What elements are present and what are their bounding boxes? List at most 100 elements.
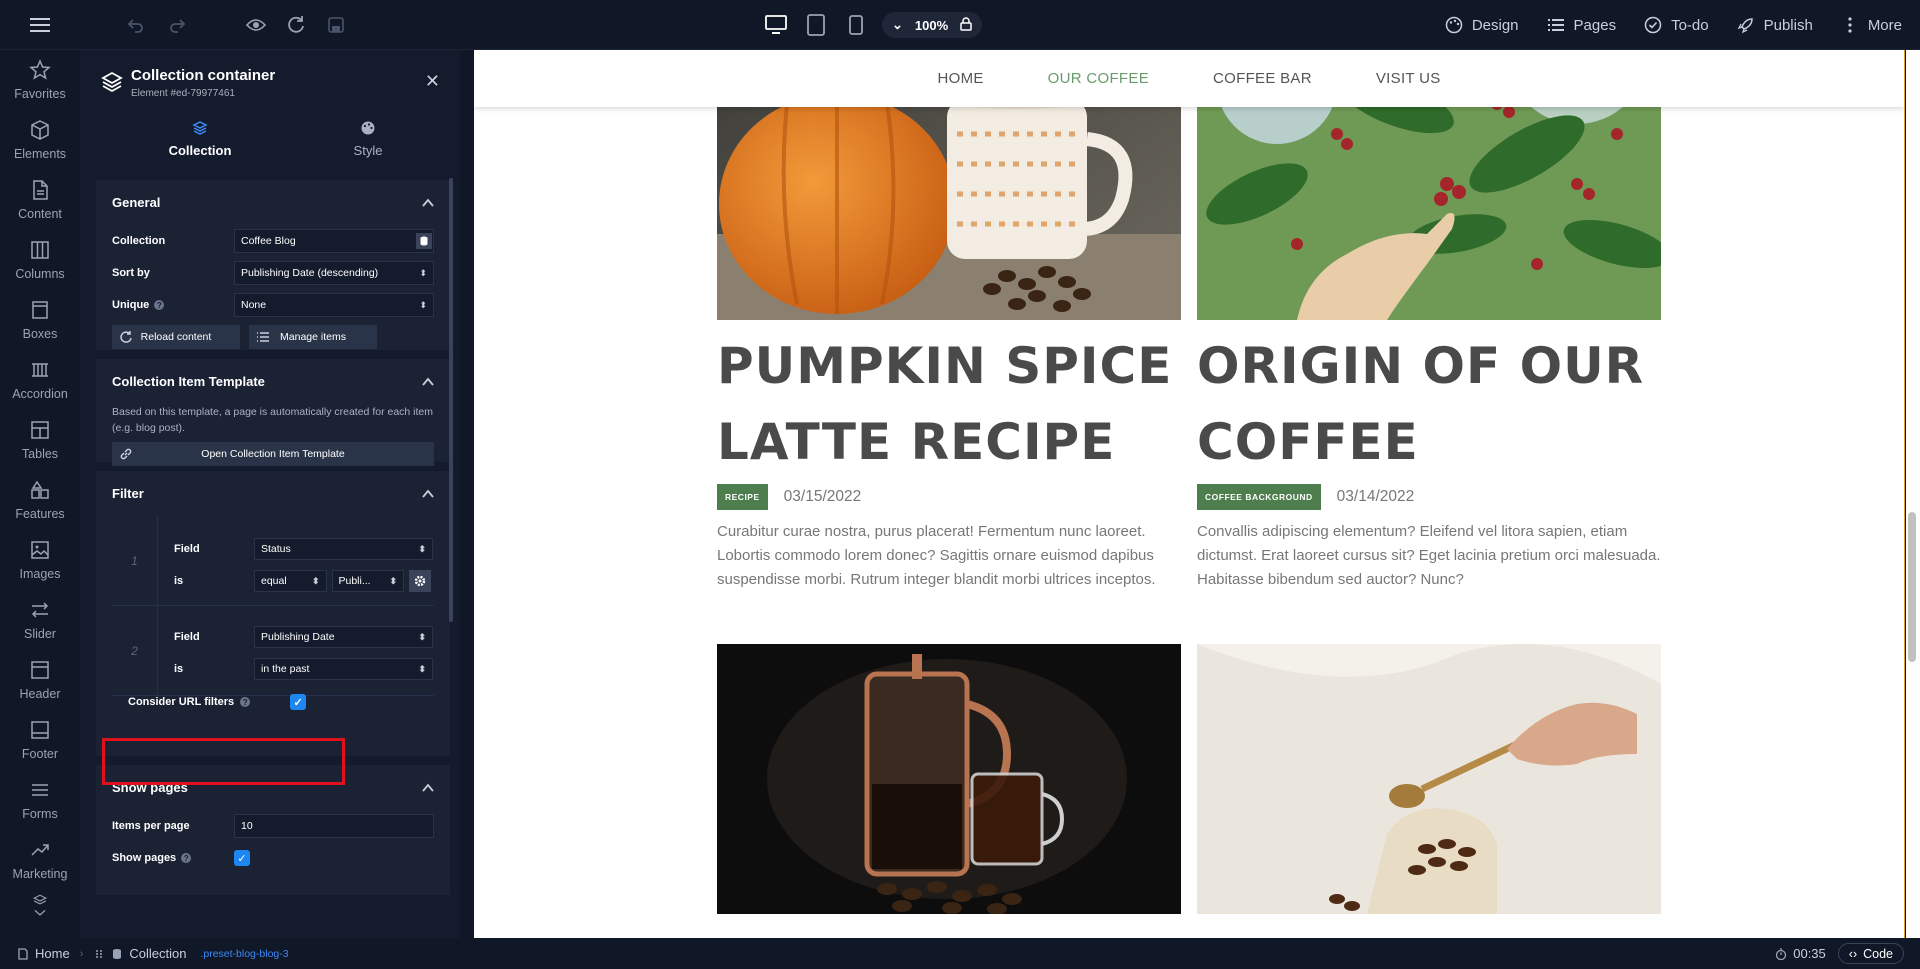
url-filters-checkbox[interactable]: ✓	[290, 694, 307, 710]
lock-icon[interactable]	[960, 16, 972, 34]
save-icon[interactable]	[324, 13, 348, 37]
category-badge[interactable]: Recipe	[717, 484, 768, 510]
tab-style[interactable]: Style	[298, 120, 438, 158]
list-icon	[1547, 19, 1564, 31]
nav-link-home[interactable]: HOME	[937, 70, 983, 87]
rail-more[interactable]	[0, 890, 80, 920]
rule-operator-select[interactable]: in the past ⬍	[254, 658, 433, 680]
rail-item-tables[interactable]: Tables	[0, 410, 80, 470]
rail-item-favorites[interactable]: Favorites	[0, 50, 80, 110]
undo-icon[interactable]	[124, 13, 148, 37]
sort-select[interactable]: Publishing Date (descending) ⬍	[234, 261, 434, 285]
rail-item-content[interactable]: Content	[0, 170, 80, 230]
template-header[interactable]: Collection Item Template	[96, 359, 450, 404]
manage-items-button[interactable]: Manage items	[249, 325, 377, 349]
url-filters-label-wrap: Consider URL filters ?	[128, 696, 251, 708]
rocket-icon	[1737, 18, 1753, 34]
general-header[interactable]: General	[96, 180, 450, 225]
canvas-scrollbar-thumb[interactable]	[1908, 512, 1916, 662]
refresh-icon	[120, 331, 132, 343]
refresh-icon[interactable]	[284, 13, 308, 37]
tab-collection[interactable]: Collection	[130, 120, 270, 158]
gear-icon[interactable]	[409, 570, 431, 592]
zoom-control[interactable]: ⌄ 100%	[882, 12, 983, 38]
help-icon[interactable]: ?	[154, 300, 165, 310]
select-arrows-icon: ⬍	[419, 267, 427, 278]
rule-field-select[interactable]: Publishing Date ⬍	[254, 626, 433, 648]
hamburger-menu-icon[interactable]	[28, 13, 52, 37]
show-pages-row: Show pages ? ✓	[96, 842, 450, 874]
post-title[interactable]: Pumpkin Spice Latte Recipe	[717, 328, 1181, 480]
top-toolbar: ⌄ 100% Design Pages To-do Publish More	[0, 0, 1920, 50]
rail-item-slider[interactable]: Slider	[0, 590, 80, 650]
rail-item-boxes[interactable]: Boxes	[0, 290, 80, 350]
close-icon[interactable]: ✕	[425, 72, 440, 90]
rule-op-row: is equal ⬍ Publi... ⬍	[174, 570, 431, 592]
code-button[interactable]: ‹› Code	[1837, 943, 1904, 964]
general-section: General Collection Coffee Blog Sort by P…	[96, 180, 450, 350]
panel-scroll-area[interactable]: General Collection Coffee Blog Sort by P…	[96, 180, 450, 938]
rule-operator-select[interactable]: equal ⬍	[254, 570, 327, 592]
items-per-page-input[interactable]: 10	[234, 814, 434, 838]
database-icon	[113, 948, 122, 959]
tablet-view-icon[interactable]	[802, 11, 830, 39]
publish-menu[interactable]: Publish	[1737, 16, 1813, 34]
nav-link-our-coffee[interactable]: OUR COFFEE	[1048, 70, 1149, 87]
post-title[interactable]: Origin of our Coffee	[1197, 328, 1661, 480]
rule-field-select[interactable]: Status ⬍	[254, 538, 433, 560]
database-icon[interactable]	[416, 233, 432, 249]
rule-value-select[interactable]: Publi... ⬍	[331, 570, 404, 592]
breadcrumb-home[interactable]: Home	[17, 946, 70, 961]
rule-number: 2	[112, 606, 158, 696]
rail-item-marketing[interactable]: Marketing	[0, 830, 80, 890]
rail-item-features[interactable]: Features	[0, 470, 80, 530]
mobile-view-icon[interactable]	[842, 11, 870, 39]
nav-link-visit-us[interactable]: VISIT US	[1376, 70, 1441, 87]
rail-label: Content	[18, 207, 62, 221]
rail-item-footer[interactable]: Footer	[0, 710, 80, 770]
breadcrumb-separator-icon: ›	[79, 947, 84, 960]
rail-item-columns[interactable]: Columns	[0, 230, 80, 290]
preview-eye-icon[interactable]	[244, 13, 268, 37]
rule-number: 1	[112, 516, 158, 606]
rail-item-images[interactable]: Images	[0, 530, 80, 590]
blog-post-card[interactable]: Origin of our Coffee Coffee Background 0…	[1197, 50, 1661, 592]
chevron-down-icon	[34, 909, 46, 916]
todo-menu[interactable]: To-do	[1644, 16, 1709, 34]
chevron-up-icon	[422, 198, 434, 207]
show-pages-checkbox[interactable]: ✓	[234, 850, 250, 866]
help-icon[interactable]: ?	[240, 697, 251, 707]
rail-item-forms[interactable]: Forms	[0, 770, 80, 830]
rail-item-header[interactable]: Header	[0, 650, 80, 710]
collection-select[interactable]: Coffee Blog	[234, 229, 434, 253]
rail-item-elements[interactable]: Elements	[0, 110, 80, 170]
unique-select[interactable]: None ⬍	[234, 293, 434, 317]
help-icon[interactable]: ?	[181, 853, 192, 863]
pages-menu[interactable]: Pages	[1547, 16, 1616, 34]
rail-item-accordion[interactable]: Accordion	[0, 350, 80, 410]
nav-link-coffee-bar[interactable]: COFFEE BAR	[1213, 70, 1312, 87]
panel-scrollbar[interactable]	[449, 178, 453, 622]
category-badge[interactable]: Coffee Background	[1197, 484, 1321, 510]
design-menu[interactable]: Design	[1445, 16, 1519, 34]
code-label: Code	[1863, 946, 1893, 961]
rule-field-value: Publishing Date	[261, 631, 335, 643]
blog-post-card[interactable]: Pumpkin Spice Latte Recipe Recipe 03/15/…	[717, 50, 1181, 592]
breadcrumb-collection[interactable]: Collection .preset-blog-blog-3	[93, 946, 289, 961]
desktop-view-icon[interactable]	[762, 11, 790, 39]
select-arrows-icon: ⬍	[418, 631, 426, 642]
open-template-button[interactable]: Open Collection Item Template	[112, 442, 434, 466]
website-canvas[interactable]: HOME OUR COFFEE COFFEE BAR VISIT US PUMP…	[474, 50, 1904, 938]
post-meta: Coffee Background 03/14/2022	[1197, 484, 1661, 510]
rail-label: Accordion	[12, 387, 68, 401]
coffee-scoop-image[interactable]	[1197, 644, 1661, 914]
reload-content-button[interactable]: Reload content	[112, 325, 240, 349]
filter-rule: 1 Field Status ⬍ is equal ⬍ Publi... ⬍	[112, 516, 434, 606]
more-menu[interactable]: More	[1841, 16, 1902, 34]
french-press-image[interactable]	[717, 644, 1181, 915]
sort-row: Sort by Publishing Date (descending) ⬍	[96, 257, 450, 289]
filter-header[interactable]: Filter	[96, 471, 450, 516]
redo-icon[interactable]	[165, 13, 189, 37]
canvas-scrollbar-track[interactable]	[1906, 50, 1920, 938]
panel-title: Collection container	[131, 67, 276, 84]
